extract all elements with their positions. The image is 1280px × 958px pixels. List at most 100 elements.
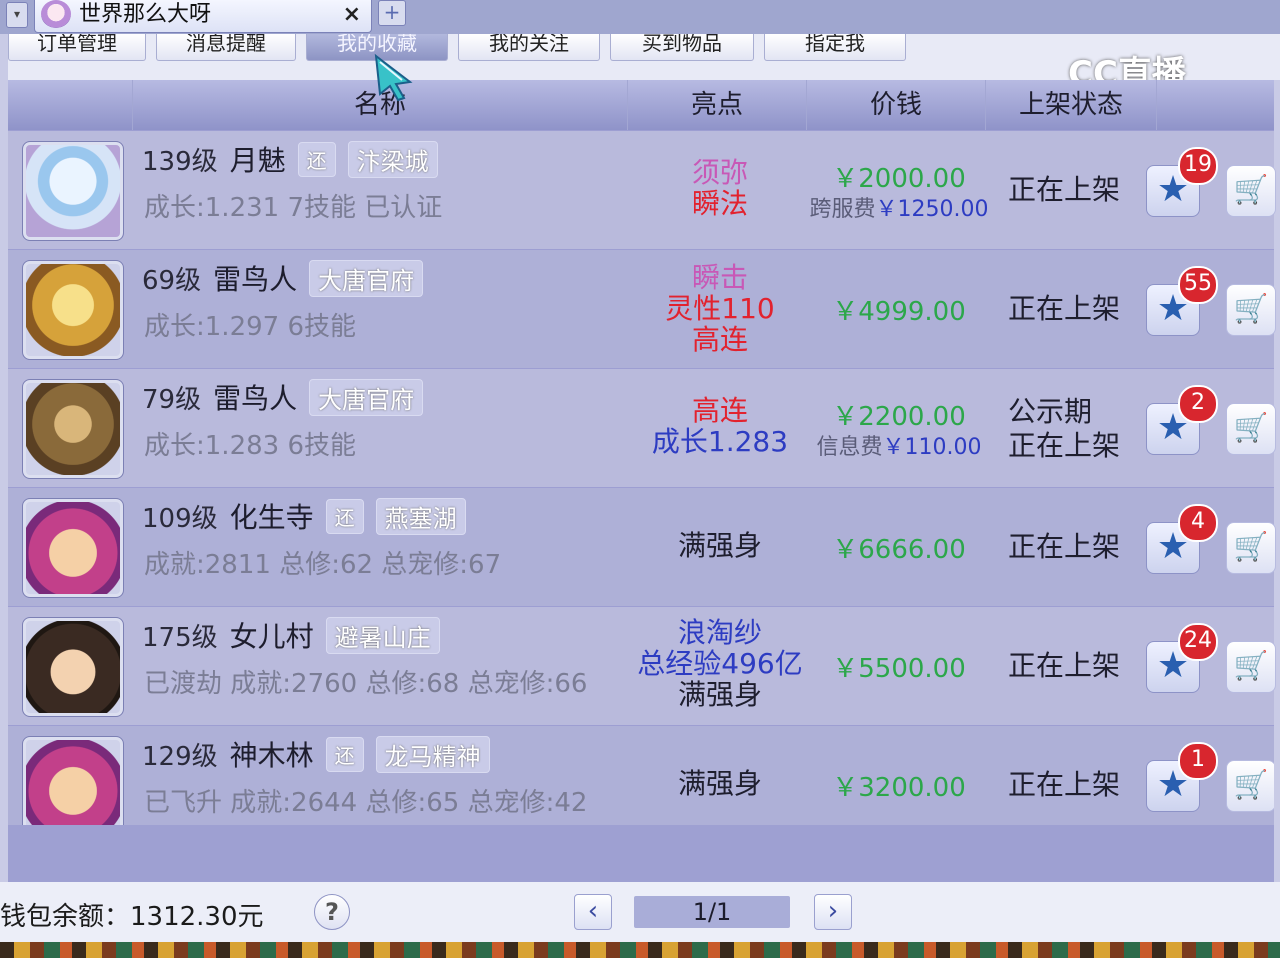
favorite-count-badge: 19 xyxy=(1178,147,1218,185)
help-icon[interactable]: ? xyxy=(314,894,350,930)
server-badge: 避暑山庄 xyxy=(325,616,440,654)
role-name: 月魅 xyxy=(229,144,286,177)
highlight-line: 瞬法 xyxy=(691,187,748,220)
server-badge: 汴梁城 xyxy=(347,140,438,178)
add-tab-button[interactable]: + xyxy=(378,0,406,26)
avatar xyxy=(22,379,124,479)
highlight-line: 成长1.283 xyxy=(651,425,789,458)
status-line: 公示期 xyxy=(1008,395,1093,428)
highlight-line: 满强身 xyxy=(677,767,762,800)
status-line: 正在上架 xyxy=(1008,429,1121,462)
highlight-cell: 高连 成长1.283 xyxy=(630,395,810,457)
header-highlight: 亮点 xyxy=(628,80,807,130)
price-value: ￥3200.00 xyxy=(832,773,966,803)
tab-assigned-to-me[interactable]: 指定我 xyxy=(764,34,906,61)
cart-icon[interactable]: 🛒 xyxy=(1226,284,1276,336)
level-label: 69级 xyxy=(142,265,202,296)
window-tab[interactable]: 世界那么大呀 × xyxy=(34,0,372,33)
status-cell: 正在上架 xyxy=(1008,768,1138,802)
table-row[interactable]: 175级 女儿村 避暑山庄 已渡劫 成就:2760 总修:68 总宠修:66 浪… xyxy=(8,607,1276,725)
return-badge: 还 xyxy=(325,498,364,534)
price-cell: ￥6666.00 xyxy=(804,534,994,566)
header-spacer xyxy=(8,80,133,130)
table-empty-area xyxy=(8,825,1274,882)
tab-purchased[interactable]: 买到物品 xyxy=(610,34,754,61)
window-tab-bar: ▾ 世界那么大呀 × + xyxy=(0,0,1280,34)
prev-page-button[interactable]: ‹ xyxy=(574,894,612,930)
row-detail: 成就:2811 总修:62 总宠修:67 xyxy=(144,550,502,580)
table-header: 名称 亮点 价钱 上架状态 xyxy=(8,80,1274,130)
table-row[interactable]: 79级 雷鸟人 大唐官府 成长:1.283 6技能 高连 成长1.283 ￥22… xyxy=(8,369,1276,487)
cart-icon[interactable]: 🛒 xyxy=(1226,165,1276,217)
role-name: 神木林 xyxy=(229,739,314,772)
fee-label: 信息费 xyxy=(816,435,883,460)
return-badge: 还 xyxy=(297,141,336,177)
favorite-count-badge: 24 xyxy=(1178,623,1218,661)
row-detail: 已飞升 成就:2644 总修:65 总宠修:42 xyxy=(144,788,588,818)
highlight-cell: 浪淘纱 总经验496亿 满强身 xyxy=(630,617,810,710)
close-icon[interactable]: × xyxy=(343,2,361,27)
status-line: 正在上架 xyxy=(1008,768,1121,801)
status-cell: 正在上架 xyxy=(1008,649,1138,683)
highlight-line: 浪淘纱 xyxy=(677,616,762,649)
row-detail: 成长:1.231 7技能 已认证 xyxy=(144,193,443,223)
window-tab-title: 世界那么大呀 xyxy=(79,2,212,27)
status-line: 正在上架 xyxy=(1008,649,1121,682)
highlight-line: 总经验496亿 xyxy=(637,647,803,680)
cart-icon[interactable]: 🛒 xyxy=(1226,403,1276,455)
role-name: 化生寺 xyxy=(229,501,314,534)
highlight-cell: 须弥 瞬法 xyxy=(630,157,810,219)
server-badge: 大唐官府 xyxy=(309,259,424,297)
price-value: ￥5500.00 xyxy=(832,654,966,684)
highlight-cell: 满强身 xyxy=(630,768,810,799)
cart-icon[interactable]: 🛒 xyxy=(1226,522,1276,574)
cart-icon[interactable]: 🛒 xyxy=(1226,760,1274,812)
character-icon xyxy=(41,0,71,28)
table-row[interactable]: 69级 雷鸟人 大唐官府 成长:1.297 6技能 瞬击 灵性110 高连 ￥4… xyxy=(8,250,1276,368)
role-name: 雷鸟人 xyxy=(213,382,298,415)
next-page-button[interactable]: › xyxy=(814,894,852,930)
table-row[interactable]: 139级 月魅 还 汴梁城 成长:1.231 7技能 已认证 须弥 瞬法 ￥20… xyxy=(8,131,1276,249)
row-detail: 已渡劫 成就:2760 总修:68 总宠修:66 xyxy=(144,669,588,699)
price-cell: ￥5500.00 xyxy=(804,653,994,685)
price-cell: ￥2200.00 信息费￥110.00 xyxy=(804,401,994,463)
tab-following[interactable]: 我的关注 xyxy=(458,34,600,61)
cart-icon[interactable]: 🛒 xyxy=(1226,641,1276,693)
level-label: 175级 xyxy=(142,622,218,653)
fee-value: ￥1250.00 xyxy=(875,197,989,222)
tab-dropdown-button[interactable]: ▾ xyxy=(6,2,28,28)
wallet-balance: 钱包余额：1312.30元 xyxy=(0,902,264,932)
status-cell: 公示期 正在上架 xyxy=(1008,395,1138,463)
highlight-line: 满强身 xyxy=(677,678,762,711)
price-value: ￥4999.00 xyxy=(832,297,966,327)
status-cell: 正在上架 xyxy=(1008,173,1138,207)
fee-label: 跨服费 xyxy=(809,197,876,222)
price-cell: ￥3200.00 xyxy=(804,772,994,804)
header-price: 价钱 xyxy=(807,80,986,130)
avatar xyxy=(22,617,124,717)
header-status: 上架状态 xyxy=(986,80,1157,130)
level-label: 109级 xyxy=(142,503,218,534)
table-row[interactable]: 129级 神木林 还 龙马精神 已飞升 成就:2644 总修:65 总宠修:42… xyxy=(8,726,1274,825)
price-value: ￥2000.00 xyxy=(832,164,966,194)
table-row[interactable]: 109级 化生寺 还 燕塞湖 成就:2811 总修:62 总宠修:67 满强身 … xyxy=(8,488,1276,606)
status-cell: 正在上架 xyxy=(1008,292,1138,326)
status-cell: 正在上架 xyxy=(1008,530,1138,564)
avatar xyxy=(22,736,124,825)
highlight-line: 高连 xyxy=(691,323,748,356)
footer-bar: 钱包余额：1312.30元 ? ‹ 1/1 › xyxy=(0,882,1280,942)
highlight-line: 须弥 xyxy=(691,156,748,189)
status-line: 正在上架 xyxy=(1008,292,1121,325)
role-name: 女儿村 xyxy=(229,620,314,653)
status-line: 正在上架 xyxy=(1008,530,1121,563)
favorite-count-badge: 4 xyxy=(1178,504,1218,542)
price-value: ￥2200.00 xyxy=(832,402,966,432)
tab-orders[interactable]: 订单管理 xyxy=(8,34,146,61)
game-skill-bar xyxy=(0,942,1280,958)
highlight-line: 瞬击 xyxy=(691,261,748,294)
avatar xyxy=(22,260,124,360)
tab-messages[interactable]: 消息提醒 xyxy=(156,34,296,61)
row-detail: 成长:1.297 6技能 xyxy=(144,312,356,342)
highlight-cell: 瞬击 灵性110 高连 xyxy=(630,262,810,355)
highlight-line: 高连 xyxy=(691,394,748,427)
